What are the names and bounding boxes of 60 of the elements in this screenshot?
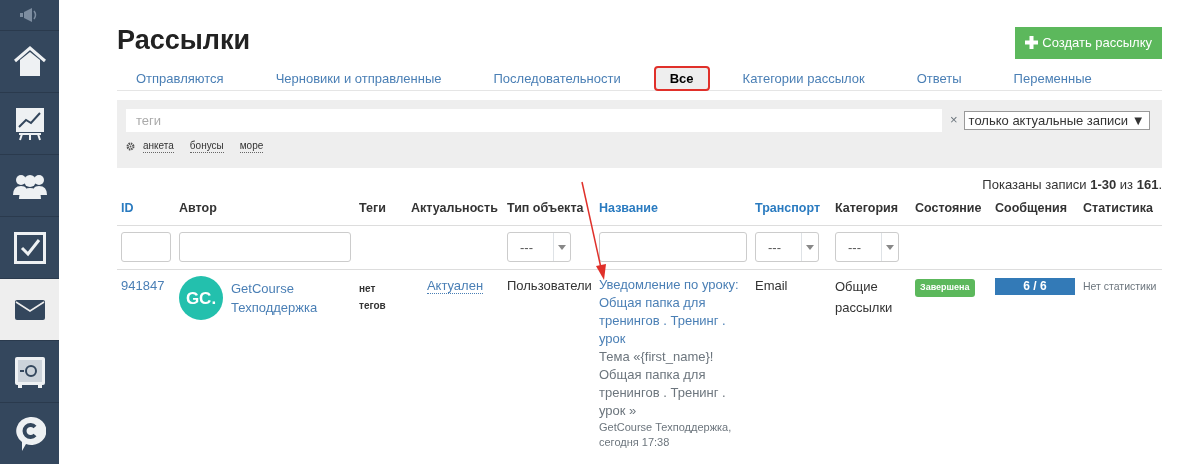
messages-count: 6 / 6 [1022, 278, 1048, 296]
tag-link[interactable]: море [239, 139, 264, 153]
tab[interactable]: Черновики и отправленные [256, 65, 461, 91]
column-header: Теги [355, 192, 407, 226]
subject-text: Тема «{first_name}! Общая папка для тренингов . Тренинг . урок » [599, 348, 727, 421]
column-header: Тип объекта [503, 192, 595, 226]
plus-icon [1025, 36, 1039, 50]
tab[interactable]: Ответы [897, 65, 981, 91]
caret-icon [806, 244, 814, 250]
category-text: Общие рассылки [835, 278, 894, 318]
filter-dropdown[interactable]: --- [835, 232, 899, 263]
filter-field[interactable] [599, 232, 747, 263]
filter-dropdown[interactable]: --- [507, 232, 571, 263]
filter-select[interactable]: только актуальные записи ▼ [963, 110, 1150, 130]
column-header: Автор [175, 192, 355, 226]
tab[interactable]: Категории рассылок [723, 65, 884, 91]
home-icon [12, 45, 47, 78]
column-header: Актуальность [407, 192, 503, 226]
author-link[interactable]: GetCourse Техподдержка [231, 278, 351, 318]
avatar-logo: GC. [179, 276, 223, 321]
tags-field[interactable]: теги [126, 108, 942, 132]
tab[interactable]: Все [653, 65, 710, 91]
column-sort-link[interactable]: ID [117, 192, 175, 226]
column-header: Состояние [911, 192, 991, 226]
caret-icon [558, 244, 566, 250]
tab[interactable]: Последовательности [474, 65, 640, 91]
object-type-text: Пользователи [507, 278, 592, 294]
tags-text: нет тегов [359, 282, 387, 314]
filter-dropdown[interactable]: --- [755, 232, 819, 263]
filter-field[interactable] [179, 232, 351, 263]
tab[interactable]: Переменные [994, 65, 1111, 91]
column-header: Категория [831, 192, 911, 226]
mail-icon [14, 299, 45, 320]
clear-button[interactable]: × [950, 110, 958, 130]
filter-field[interactable] [121, 232, 171, 263]
mailing-meta-text: GetCourse Техподдержка, сегодня 17:38 [599, 420, 733, 451]
column-sort-link[interactable]: Транспорт [751, 192, 831, 226]
column-header: Сообщения [991, 192, 1079, 226]
records-summary: Показаны записи 1-30 из 161. [981, 176, 1162, 193]
gear-icon [126, 141, 135, 151]
column-header: Статистика [1079, 192, 1162, 226]
statistics-text: Нет статистики [1083, 280, 1157, 293]
tab[interactable]: Отправляются [117, 65, 243, 91]
status-badge: Завершена [915, 279, 975, 297]
create-button[interactable]: Создать рассылку [1015, 27, 1162, 59]
transport-text: Email [755, 278, 788, 294]
actuality-link[interactable]: Актуален [426, 278, 484, 295]
chart-board-icon [14, 106, 45, 141]
page-title: Рассылки [117, 24, 251, 57]
column-sort-link[interactable]: Название [595, 192, 751, 226]
sidebar-item[interactable] [0, 279, 59, 341]
tag-link[interactable]: анкета [143, 139, 174, 153]
safe-icon [13, 355, 46, 388]
users-icon [12, 172, 47, 199]
tag-link[interactable]: бонусы [189, 139, 224, 153]
mailing-title-link[interactable]: Уведомление по уроку: Общая папка для тренингов . Тренинг . урок [599, 276, 747, 349]
caret-icon [886, 244, 894, 250]
record-id-link[interactable]: 941847 [121, 278, 165, 294]
checkbox-icon [13, 231, 46, 264]
chat-bubble-icon [13, 415, 46, 452]
